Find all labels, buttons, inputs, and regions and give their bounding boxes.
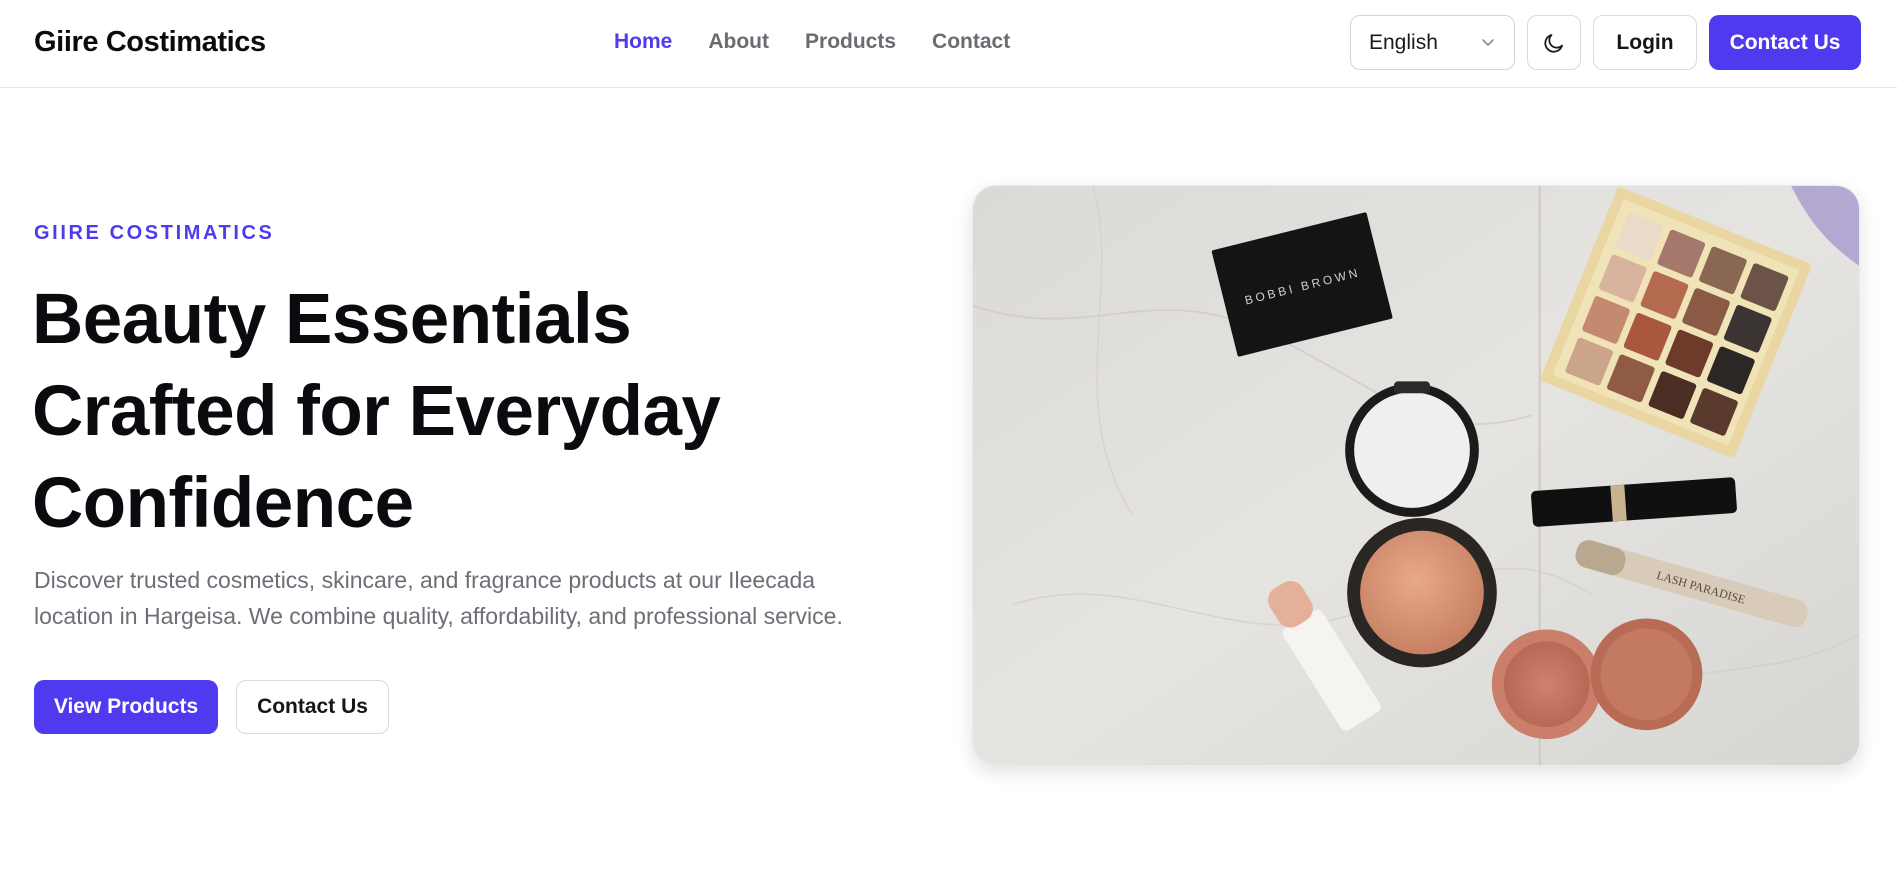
hero-title-line: Beauty Essentials <box>32 280 632 359</box>
cosmetics-photo: BOBBI BROWN LASH PARADISE <box>973 186 1859 765</box>
nav-contact-link[interactable]: Contact <box>932 30 1010 54</box>
theme-toggle-button[interactable] <box>1527 15 1581 70</box>
nav-home-link[interactable]: Home <box>614 30 672 54</box>
language-select[interactable]: English <box>1350 15 1515 70</box>
hero-image: BOBBI BROWN LASH PARADISE <box>972 185 1860 766</box>
hero-description-line: location in Hargeisa. We combine quality… <box>34 603 843 629</box>
chevron-down-icon <box>1482 39 1494 46</box>
contact-us-hero-button[interactable]: Contact Us <box>236 680 389 734</box>
hero-title-line: Confidence <box>32 464 414 543</box>
contact-us-header-button[interactable]: Contact Us <box>1709 15 1861 70</box>
hero-title: Beauty Essentials Crafted for Everyday C… <box>32 274 912 550</box>
nav-products-link[interactable]: Products <box>805 30 896 54</box>
brand-logo[interactable]: Giire Costimatics <box>34 26 266 59</box>
moon-icon <box>1544 33 1563 53</box>
nav-about-link[interactable]: About <box>708 30 769 54</box>
login-button[interactable]: Login <box>1593 15 1697 70</box>
main-nav: Home About Products Contact <box>614 30 1046 54</box>
site-header: Giire Costimatics Home About Products Co… <box>0 0 1897 88</box>
hero-description: Discover trusted cosmetics, skincare, an… <box>34 562 914 634</box>
language-selected-value: English <box>1369 30 1438 54</box>
hero-title-line: Crafted for Everyday <box>32 372 721 451</box>
hero-eyebrow: GIIRE COSTIMATICS <box>34 222 275 244</box>
view-products-button[interactable]: View Products <box>34 680 218 734</box>
hero-description-line: Discover trusted cosmetics, skincare, an… <box>34 567 816 593</box>
